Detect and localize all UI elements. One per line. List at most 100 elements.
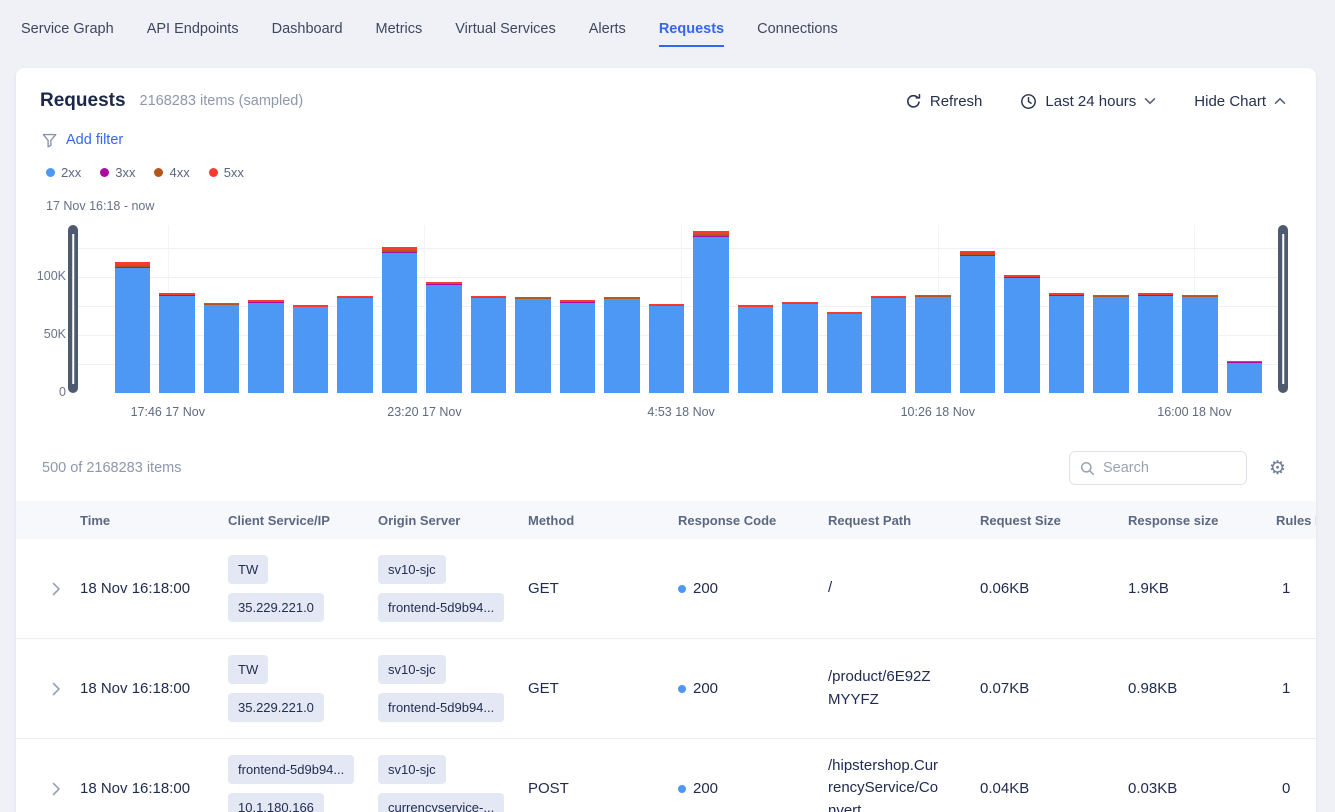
- bar-13[interactable]: [649, 304, 684, 393]
- chevron-down-icon: [1144, 97, 1156, 105]
- bar-23[interactable]: [1093, 295, 1128, 393]
- bar-segment-2xx: [1138, 296, 1173, 393]
- bar-4[interactable]: [248, 300, 283, 393]
- bar-9[interactable]: [471, 296, 506, 393]
- search-icon: [1080, 461, 1095, 476]
- bar-segment-2xx: [515, 299, 550, 393]
- bar-22[interactable]: [1049, 293, 1084, 393]
- tab-requests[interactable]: Requests: [659, 21, 724, 47]
- y-axis-label: 0: [20, 385, 66, 399]
- cell-response-size: 0.03KB: [1128, 780, 1276, 797]
- table-row[interactable]: 18 Nov 16:18:00frontend-5d9b94...10.1.18…: [16, 739, 1316, 812]
- bar-segment-2xx: [960, 256, 995, 393]
- response-code-value: 200: [693, 680, 718, 697]
- cell-rules-hit: 0: [1276, 780, 1316, 797]
- bar-11[interactable]: [560, 300, 595, 393]
- bar-segment-2xx: [560, 303, 595, 393]
- tab-metrics[interactable]: Metrics: [376, 21, 423, 47]
- bar-14[interactable]: [693, 231, 728, 393]
- bar-segment-2xx: [248, 303, 283, 393]
- requests-panel: Requests 2168283 items (sampled) Refresh…: [16, 68, 1316, 812]
- brush-handle-left[interactable]: [68, 225, 78, 393]
- bar-25[interactable]: [1182, 295, 1217, 393]
- tab-alerts[interactable]: Alerts: [589, 21, 626, 47]
- bar-26[interactable]: [1227, 361, 1262, 393]
- bar-1[interactable]: [115, 262, 150, 393]
- bar-segment-2xx: [693, 237, 728, 393]
- legend-item-3xx[interactable]: 3xx: [100, 165, 135, 180]
- tab-connections[interactable]: Connections: [757, 21, 838, 47]
- legend-label-2xx: 2xx: [61, 165, 81, 180]
- y-axis-label: 100K: [20, 269, 66, 283]
- gear-icon[interactable]: ⚙: [1269, 459, 1286, 478]
- time-range-label: Last 24 hours: [1045, 93, 1136, 110]
- chart-plot-area: [75, 225, 1280, 393]
- bar-8[interactable]: [426, 282, 461, 393]
- bar-5[interactable]: [293, 305, 328, 393]
- cell-request-path: /hipstershop.CurrencyService/Convert: [828, 755, 948, 812]
- bar-21[interactable]: [1004, 275, 1039, 393]
- tab-api-endpoints[interactable]: API Endpoints: [147, 21, 239, 47]
- bar-24[interactable]: [1138, 293, 1173, 393]
- column-header: Method: [528, 513, 678, 528]
- bar-19[interactable]: [915, 295, 950, 393]
- table-row[interactable]: 18 Nov 16:18:00TW35.229.221.0sv10-sjcfro…: [16, 539, 1316, 639]
- tab-dashboard[interactable]: Dashboard: [272, 21, 343, 47]
- bar-segment-2xx: [471, 298, 506, 393]
- service-badge: TW: [228, 655, 268, 684]
- table-row[interactable]: 18 Nov 16:18:00TW35.229.221.0sv10-sjcfro…: [16, 639, 1316, 739]
- bar-18[interactable]: [871, 296, 906, 393]
- bar-6[interactable]: [337, 296, 372, 393]
- cell-rules-hit: 1: [1276, 680, 1316, 697]
- legend-item-5xx[interactable]: 5xx: [209, 165, 244, 180]
- bar-10[interactable]: [515, 297, 550, 393]
- column-header: Rules Hit: [1276, 513, 1316, 528]
- bar-12[interactable]: [604, 297, 639, 393]
- table-items-count: 500 of 2168283 items: [42, 460, 181, 476]
- tab-virtual-services[interactable]: Virtual Services: [455, 21, 555, 47]
- legend-item-4xx[interactable]: 4xx: [154, 165, 189, 180]
- table-header-row: TimeClient Service/IPOrigin ServerMethod…: [16, 501, 1316, 539]
- x-axis-label: 23:20 17 Nov: [387, 405, 461, 419]
- search-input[interactable]: [1103, 460, 1236, 476]
- clock-icon: [1020, 93, 1037, 110]
- search-box[interactable]: [1069, 451, 1247, 485]
- tab-service-graph[interactable]: Service Graph: [21, 21, 114, 47]
- bar-segment-2xx: [337, 298, 372, 393]
- requests-chart: 050K100K17:46 17 Nov23:20 17 Nov4:53 18 …: [16, 223, 1316, 429]
- hide-chart-toggle[interactable]: Hide Chart: [1194, 93, 1286, 110]
- funnel-icon: [42, 133, 57, 148]
- bar-segment-2xx: [604, 299, 639, 393]
- cell-origin-server: sv10-sjccurrencyservice-...: [378, 741, 528, 812]
- refresh-button[interactable]: Refresh: [905, 93, 983, 110]
- time-range-select[interactable]: Last 24 hours: [1020, 93, 1156, 110]
- bar-3[interactable]: [204, 303, 239, 393]
- chevron-right-icon: [52, 682, 61, 696]
- service-badge: frontend-5d9b94...: [378, 593, 504, 622]
- cell-client-service-ip: frontend-5d9b94...10.1.180.166: [228, 741, 378, 812]
- legend-dot-3xx: [100, 168, 109, 177]
- add-filter-button[interactable]: Add filter: [66, 132, 123, 148]
- row-expander[interactable]: [36, 682, 80, 696]
- service-badge: TW: [228, 555, 268, 584]
- bar-16[interactable]: [782, 302, 817, 393]
- bar-2[interactable]: [159, 293, 194, 393]
- service-badge: sv10-sjc: [378, 655, 446, 684]
- service-badge: sv10-sjc: [378, 555, 446, 584]
- refresh-icon: [905, 93, 922, 110]
- legend-item-2xx[interactable]: 2xx: [46, 165, 81, 180]
- service-badge: frontend-5d9b94...: [378, 693, 504, 722]
- bar-15[interactable]: [738, 305, 773, 393]
- row-expander[interactable]: [36, 782, 80, 796]
- row-expander[interactable]: [36, 582, 80, 596]
- top-nav: Service Graph API Endpoints Dashboard Metri…: [0, 0, 1335, 47]
- bar-segment-2xx: [115, 268, 150, 393]
- bar-segment-2xx: [871, 298, 906, 393]
- cell-method: POST: [528, 780, 678, 797]
- bar-7[interactable]: [382, 247, 417, 393]
- bar-17[interactable]: [827, 312, 862, 393]
- brush-handle-right[interactable]: [1278, 225, 1288, 393]
- bar-20[interactable]: [960, 251, 995, 393]
- service-badge: 35.229.221.0: [228, 693, 324, 722]
- cell-response-size: 1.9KB: [1128, 580, 1276, 597]
